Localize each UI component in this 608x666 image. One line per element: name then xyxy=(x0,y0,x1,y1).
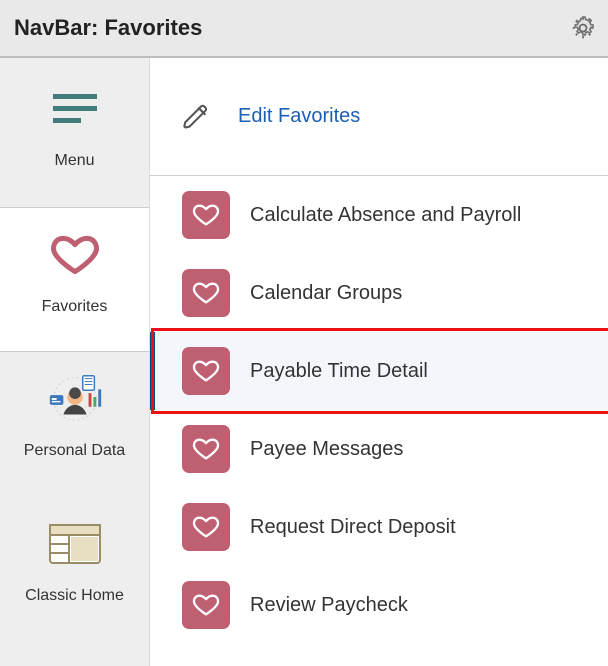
pencil-icon xyxy=(182,103,210,131)
sidebar-item-label: Personal Data xyxy=(24,442,125,460)
sidebar-item-label: Classic Home xyxy=(25,587,124,605)
body: Menu Favorites xyxy=(0,58,608,666)
favorite-item[interactable]: Calendar Groups xyxy=(150,254,608,332)
heart-icon xyxy=(182,581,230,629)
favorite-label: Payee Messages xyxy=(250,438,403,461)
favorite-item-highlighted[interactable]: Payable Time Detail xyxy=(150,332,608,410)
sidebar-item-personal-data[interactable]: Personal Data xyxy=(0,352,149,497)
classic-home-icon xyxy=(44,513,106,575)
sidebar-item-menu[interactable]: Menu xyxy=(0,62,149,207)
heart-icon xyxy=(182,269,230,317)
favorite-label: Review Paycheck xyxy=(250,594,408,617)
heart-outline-icon xyxy=(44,224,106,286)
sidebar-item-label: Favorites xyxy=(42,298,108,316)
favorite-item[interactable]: Payee Messages xyxy=(150,410,608,488)
sidebar-item-label: Menu xyxy=(54,152,94,170)
hamburger-icon xyxy=(44,78,106,140)
edit-favorites-row[interactable]: Edit Favorites xyxy=(150,58,608,176)
edit-favorites-link[interactable]: Edit Favorites xyxy=(238,105,360,128)
favorite-label: Request Direct Deposit xyxy=(250,516,456,539)
personal-data-icon xyxy=(44,368,106,430)
favorite-item[interactable]: Request Direct Deposit xyxy=(150,488,608,566)
favorite-label: Payable Time Detail xyxy=(250,360,428,383)
heart-icon xyxy=(182,191,230,239)
main-panel: Edit Favorites Calculate Absence and Pay… xyxy=(150,58,608,666)
heart-icon xyxy=(182,425,230,473)
heart-icon xyxy=(182,503,230,551)
favorite-label: Calendar Groups xyxy=(250,282,402,305)
favorite-label: Calculate Absence and Payroll xyxy=(250,204,521,227)
favorite-item[interactable]: Review Paycheck xyxy=(150,566,608,644)
favorite-item[interactable]: Calculate Absence and Payroll xyxy=(150,176,608,254)
navbar-title: NavBar: Favorites xyxy=(14,15,202,41)
sidebar-item-favorites[interactable]: Favorites xyxy=(0,207,149,352)
heart-icon xyxy=(182,347,230,395)
sidebar: Menu Favorites xyxy=(0,58,150,666)
navbar-header: NavBar: Favorites xyxy=(0,0,608,58)
gear-icon[interactable] xyxy=(570,15,596,41)
sidebar-item-classic-home[interactable]: Classic Home xyxy=(0,497,149,642)
